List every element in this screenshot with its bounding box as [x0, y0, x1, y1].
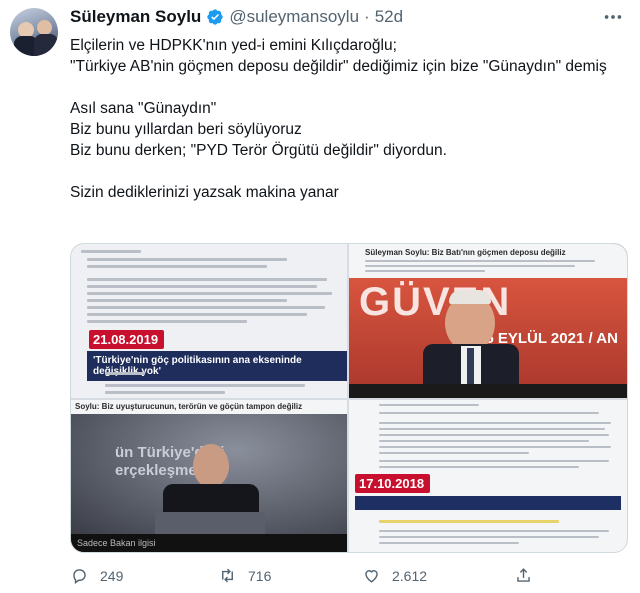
reply-count: 249 [100, 567, 124, 584]
tweet-paragraph: Asıl sana "Günaydın" Biz bunu yıllardan … [70, 100, 447, 159]
article-headline: Süleyman Soylu: Biz Batı'nın göçmen depo… [365, 248, 566, 257]
like-button[interactable]: 2.612 [362, 566, 427, 585]
like-count: 2.612 [392, 567, 428, 584]
share-button[interactable] [514, 566, 544, 585]
retweet-icon [222, 568, 233, 583]
like-icon [365, 570, 378, 583]
tweet-paragraph: Sizin dediklerinizi yazsak makina yanar [70, 184, 339, 201]
tweet-actions: 249 716 2.612 [70, 566, 630, 590]
separator: · [364, 7, 370, 26]
display-name[interactable]: Süleyman Soylu [70, 7, 201, 27]
tweet-paragraph: Elçilerin ve HDPKK'nın yed-i emini Kılıç… [70, 37, 607, 75]
media-image-1[interactable]: 21.08.2019 'Türkiye'nin göç politikasını… [71, 244, 347, 398]
handle[interactable]: @suleymansoylu [229, 7, 359, 27]
tweet-text: Elçilerin ve HDPKK'nın yed-i emini Kılıç… [70, 35, 625, 203]
media-image-2[interactable]: Süleyman Soylu: Biz Batı'nın göçmen depo… [349, 244, 627, 398]
date-badge: 21.08.2019 [89, 330, 165, 349]
video-headline: Soylu: Biz uyuşturucunun, terörün ve göç… [75, 402, 303, 411]
video-footer: Sadece Bakan ilgisi [77, 538, 156, 548]
share-icon [517, 568, 530, 582]
media-image-4[interactable]: 17.10.2018 [349, 400, 627, 552]
verified-badge-icon [206, 8, 224, 26]
timestamp[interactable]: 52d [375, 7, 403, 27]
avatar[interactable] [10, 8, 58, 56]
article-quote: 'Türkiye'nin göç politikasının ana eksen… [87, 351, 347, 381]
retweet-count: 716 [248, 567, 272, 584]
tweet-header: Süleyman Soylu @suleymansoylu · 52d [70, 7, 403, 27]
retweet-button[interactable]: 716 [218, 566, 271, 585]
date-badge: 17.10.2018 [355, 474, 431, 493]
reply-icon [73, 569, 86, 585]
tweet-media-grid[interactable]: 21.08.2019 'Türkiye'nin göç politikasını… [70, 243, 628, 553]
more-icon[interactable] [602, 6, 624, 28]
media-image-3[interactable]: Soylu: Biz uyuşturucunun, terörün ve göç… [71, 400, 347, 552]
reply-button[interactable]: 249 [70, 566, 123, 585]
